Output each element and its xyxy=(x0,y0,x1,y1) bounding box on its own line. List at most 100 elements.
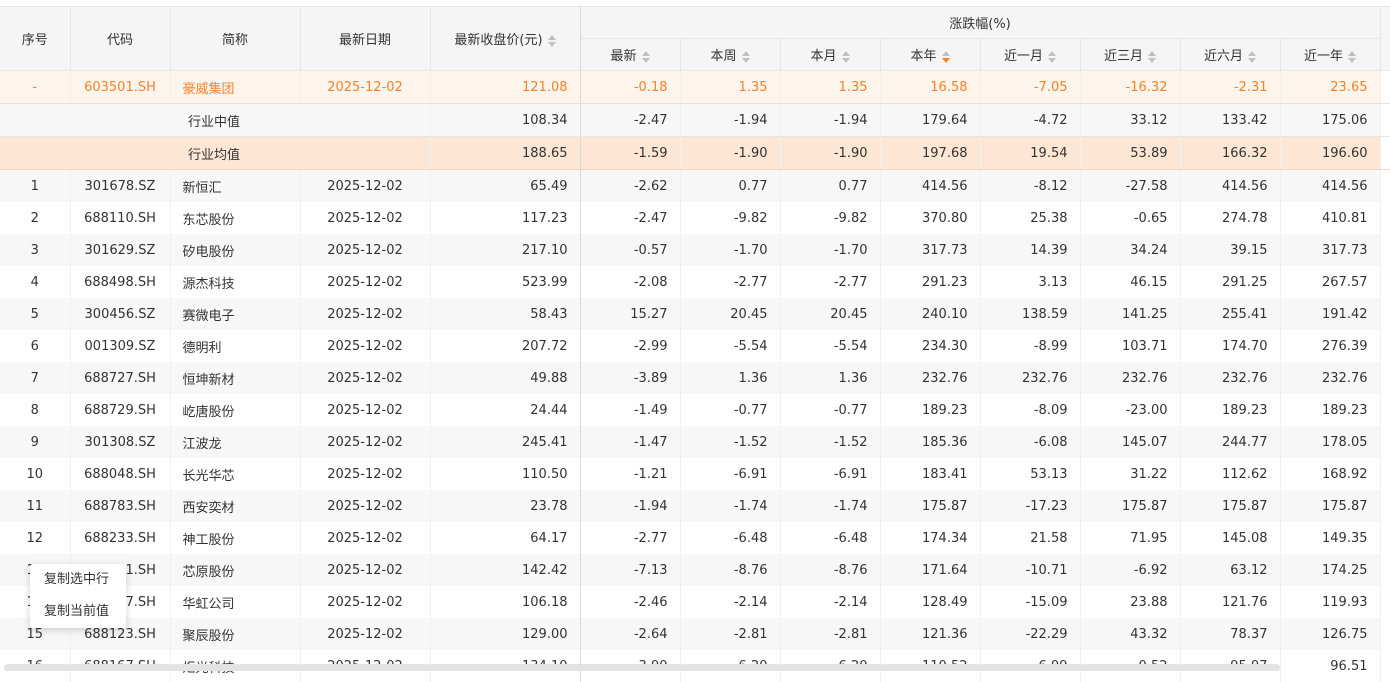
header-period-6[interactable]: 近六月 xyxy=(1180,39,1280,71)
cell-change: 20.45 xyxy=(680,298,780,330)
cell-change: -8.12 xyxy=(980,170,1080,203)
menu-item-copy-current-value[interactable]: 复制当前值 xyxy=(30,596,126,628)
table-row[interactable]: 7688727.SH恒坤新材2025-12-0249.88-3.891.361.… xyxy=(0,362,1390,394)
cell-close: 523.99 xyxy=(430,266,580,298)
sort-icon[interactable] xyxy=(742,51,750,63)
sort-icon[interactable] xyxy=(1348,51,1356,63)
cell-change: 178.05 xyxy=(1280,426,1380,458)
horizontal-scrollbar[interactable] xyxy=(4,664,1280,671)
cell-change: -2.47 xyxy=(580,202,680,234)
cell-name[interactable]: 神工股份 xyxy=(170,522,300,554)
sort-icon[interactable] xyxy=(1248,51,1256,63)
table-row[interactable]: 5300456.SZ赛微电子2025-12-0258.4315.2720.452… xyxy=(0,298,1390,330)
cell-code: 001309.SZ xyxy=(70,330,170,362)
cell-change: 317.73 xyxy=(880,234,980,266)
header-period-0[interactable]: 最新 xyxy=(580,39,680,71)
sort-icon[interactable] xyxy=(548,35,556,47)
table-row[interactable]: 2688110.SH东芯股份2025-12-02117.23-2.47-9.82… xyxy=(0,202,1390,234)
cell-change: -23.00 xyxy=(1080,394,1180,426)
cell-change: -9.82 xyxy=(680,202,780,234)
cell-name[interactable]: 聚辰股份 xyxy=(170,618,300,650)
table-row[interactable]: 9301308.SZ江波龙2025-12-02245.41-1.47-1.52-… xyxy=(0,426,1390,458)
cell-change: -0.65 xyxy=(1080,202,1180,234)
header-date[interactable]: 最新日期 xyxy=(300,7,430,71)
cell-change: 31.22 xyxy=(1080,458,1180,490)
table-row[interactable]: 14688347.SH华虹公司2025-12-02106.18-2.46-2.1… xyxy=(0,586,1390,618)
table-row[interactable]: 8688729.SH屹唐股份2025-12-0224.44-1.49-0.77-… xyxy=(0,394,1390,426)
cell-tail xyxy=(1380,234,1390,266)
cell-change: -2.81 xyxy=(780,618,880,650)
cell-close: 217.10 xyxy=(430,234,580,266)
cell-change: -2.77 xyxy=(780,266,880,298)
menu-item-copy-selected-row[interactable]: 复制选中行 xyxy=(30,564,126,596)
cell-name[interactable]: 华虹公司 xyxy=(170,586,300,618)
cell-name[interactable]: 屹唐股份 xyxy=(170,394,300,426)
cell-change: 103.71 xyxy=(1080,330,1180,362)
sort-icon[interactable] xyxy=(842,51,850,63)
cell-code: 688727.SH xyxy=(70,362,170,394)
sort-icon[interactable] xyxy=(942,51,950,63)
highlight-row[interactable]: -603501.SH豪威集团2025-12-02121.08-0.181.351… xyxy=(0,71,1390,104)
cell-name[interactable]: 芯原股份 xyxy=(170,554,300,586)
cell-change: 232.76 xyxy=(980,362,1080,394)
cell-close: 49.88 xyxy=(430,362,580,394)
header-period-7[interactable]: 近一年 xyxy=(1280,39,1380,71)
sort-icon[interactable] xyxy=(642,51,650,63)
header-period-3[interactable]: 本年 xyxy=(880,39,980,71)
table-row[interactable]: 12688233.SH神工股份2025-12-0264.17-2.77-6.48… xyxy=(0,522,1390,554)
cell-name[interactable]: 矽电股份 xyxy=(170,234,300,266)
table-row[interactable]: 4688498.SH源杰科技2025-12-02523.99-2.08-2.77… xyxy=(0,266,1390,298)
header-code[interactable]: 代码 xyxy=(70,7,170,71)
cell-change: 1.36 xyxy=(780,362,880,394)
cell-date: 2025-12-02 xyxy=(300,426,430,458)
cell-change: 232.76 xyxy=(1180,362,1280,394)
cell-name[interactable]: 东芯股份 xyxy=(170,202,300,234)
cell-seq: 4 xyxy=(0,266,70,298)
header-period-label: 本年 xyxy=(910,49,936,64)
header-period-1[interactable]: 本周 xyxy=(680,39,780,71)
header-name[interactable]: 简称 xyxy=(170,7,300,71)
sort-icon[interactable] xyxy=(1048,51,1056,63)
table-row[interactable]: 3301629.SZ矽电股份2025-12-02217.10-0.57-1.70… xyxy=(0,234,1390,266)
cell-change: 174.25 xyxy=(1280,554,1380,586)
table-row[interactable]: 1301678.SZ新恒汇2025-12-0265.49-2.620.770.7… xyxy=(0,170,1390,203)
cell-tail xyxy=(1380,71,1390,104)
cell-tail xyxy=(1380,104,1390,137)
table-row[interactable]: 15688123.SH聚辰股份2025-12-02129.00-2.64-2.8… xyxy=(0,618,1390,650)
cell-change: -3.89 xyxy=(580,362,680,394)
header-tail xyxy=(1380,7,1390,71)
cell-change: -2.81 xyxy=(680,618,780,650)
cell-change: -6.91 xyxy=(780,458,880,490)
table-row[interactable]: 6001309.SZ德明利2025-12-02207.72-2.99-5.54-… xyxy=(0,330,1390,362)
cell-name[interactable]: 豪威集团 xyxy=(170,71,300,104)
cell-date: 2025-12-02 xyxy=(300,362,430,394)
cell-seq: 10 xyxy=(0,458,70,490)
cell-name[interactable]: 江波龙 xyxy=(170,426,300,458)
sort-icon[interactable] xyxy=(1148,51,1156,63)
cell-change: -6.48 xyxy=(680,522,780,554)
cell-code: 301308.SZ xyxy=(70,426,170,458)
header-seq[interactable]: 序号 xyxy=(0,7,70,71)
cell-name[interactable]: 长光华芯 xyxy=(170,458,300,490)
table-row[interactable]: 10688048.SH长光华芯2025-12-02110.50-1.21-6.9… xyxy=(0,458,1390,490)
cell-name[interactable]: 德明利 xyxy=(170,330,300,362)
header-close[interactable]: 最新收盘价(元) xyxy=(430,7,580,71)
cell-change: -1.47 xyxy=(580,426,680,458)
cell-name[interactable]: 源杰科技 xyxy=(170,266,300,298)
cell-name[interactable]: 新恒汇 xyxy=(170,170,300,203)
industry-mean-row[interactable]: 行业均值188.65-1.59-1.90-1.90197.6819.5453.8… xyxy=(0,137,1390,170)
cell-close: 23.78 xyxy=(430,490,580,522)
cell-name[interactable]: 恒坤新材 xyxy=(170,362,300,394)
cell-name[interactable]: 西安奕材 xyxy=(170,490,300,522)
header-period-5[interactable]: 近三月 xyxy=(1080,39,1180,71)
header-period-2[interactable]: 本月 xyxy=(780,39,880,71)
cell-name[interactable]: 赛微电子 xyxy=(170,298,300,330)
cell-change: 175.87 xyxy=(1080,490,1180,522)
industry-median-row[interactable]: 行业中值108.34-2.47-1.94-1.94179.64-4.7233.1… xyxy=(0,104,1390,137)
table-row[interactable]: 11688783.SH西安奕材2025-12-0223.78-1.94-1.74… xyxy=(0,490,1390,522)
cell-change: 1.35 xyxy=(780,71,880,104)
cell-change: -1.94 xyxy=(780,104,880,137)
header-period-4[interactable]: 近一月 xyxy=(980,39,1080,71)
table-row[interactable]: 13688521.SH芯原股份2025-12-02142.42-7.13-8.7… xyxy=(0,554,1390,586)
cell-close: 65.49 xyxy=(430,170,580,203)
